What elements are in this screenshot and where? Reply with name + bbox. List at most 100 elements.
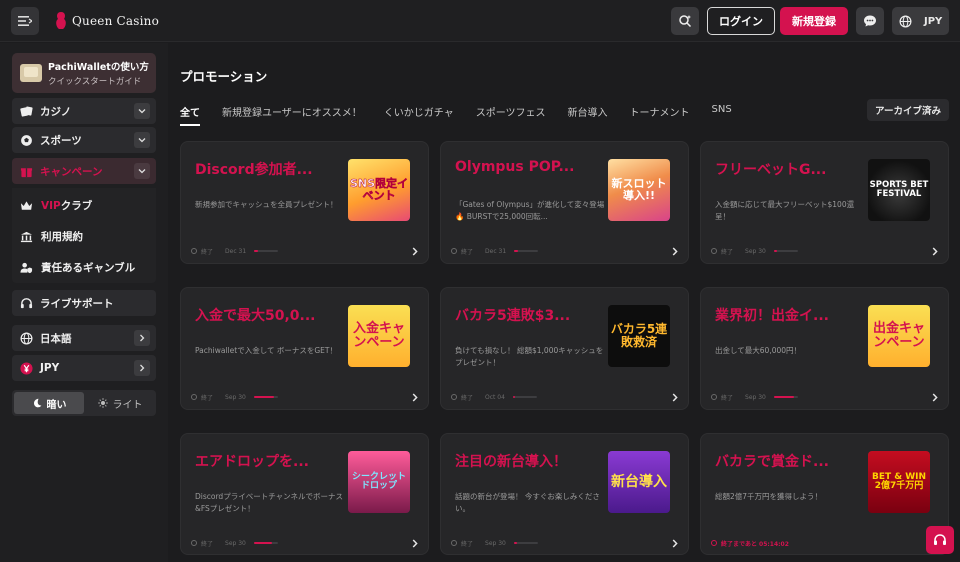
chevron-down-icon[interactable] — [134, 163, 150, 179]
register-button[interactable]: 新規登録 — [780, 7, 848, 35]
promotion-footer: 終了 Sep 30 — [191, 392, 419, 402]
promotion-thumbnail: シークレットドロップ — [348, 451, 410, 513]
chevron-right-icon[interactable] — [672, 246, 678, 256]
end-date: Sep 30 — [745, 247, 766, 255]
promotion-description: 「Gates of Olympus」が進化して変々登場🔥 BURSTで25,00… — [455, 200, 605, 221]
chevron-down-icon[interactable] — [134, 103, 150, 119]
end-label: 終了 — [461, 540, 474, 548]
globe-icon — [20, 332, 33, 344]
menu-button[interactable] — [11, 7, 39, 35]
tab-gacha[interactable]: くいかじガチャ — [384, 104, 454, 126]
promotion-progress-fill — [253, 542, 272, 544]
promotion-title: Discord参加者... — [195, 162, 313, 178]
tab-new-users[interactable]: 新規登録ユーザーにオススメ！ — [222, 104, 362, 126]
chevron-right-icon[interactable] — [672, 392, 678, 402]
yen-icon — [20, 361, 33, 375]
promotion-card[interactable]: バカラで賞金ド... 総額2億7千万円を獲得しよう！ BET & WIN 2億7千万… — [700, 433, 949, 555]
chat-button[interactable] — [856, 7, 884, 35]
promotion-description: 負けても損なし！ 総額$1,000キャッシュをプレゼント！ — [455, 346, 604, 367]
promotion-thumbnail: バカラ5連敗救済 — [608, 305, 670, 367]
logo[interactable]: Queen Casino — [54, 9, 159, 33]
wallet-guide-title: PachiWalletの使い方 — [48, 62, 149, 73]
chevron-right-icon[interactable] — [932, 392, 938, 402]
search-icon — [679, 15, 692, 28]
promotion-card[interactable]: エアドロップを... Discordプライベートチャンネルでボーナス&FSプレゼン… — [180, 433, 429, 555]
end-date: Dec 31 — [225, 247, 247, 255]
login-button[interactable]: ログイン — [707, 7, 775, 35]
sidebar-item-casino[interactable]: カジノ — [12, 98, 156, 124]
sidebar-item-vip-club[interactable]: VIPクラブ — [20, 198, 92, 213]
sidebar-item-terms[interactable]: 利用規約 — [20, 229, 83, 244]
chat-icon — [864, 15, 876, 27]
promotion-footer: 終了 Sep 30 — [191, 538, 419, 548]
end-date: Dec 31 — [485, 247, 507, 255]
end-label: 終了 — [721, 248, 734, 256]
promotion-card[interactable]: Discord参加者... 新規参加でキャッシュを全員プレゼント！ SNS限定イベン… — [180, 141, 429, 264]
search-button[interactable] — [671, 7, 699, 35]
vip-label: VIP — [41, 200, 61, 212]
sidebar-item-live-support[interactable]: ライブサポート — [12, 290, 156, 316]
promotion-description: 総額2億7千万円を獲得しよう！ — [715, 492, 823, 501]
sidebar-item-campaign[interactable]: キャンペーン — [12, 158, 156, 184]
tab-new-games[interactable]: 新台導入 — [568, 104, 608, 126]
sidebar-item-language[interactable]: 日本語 — [12, 325, 156, 351]
promotion-progress-bar — [514, 250, 539, 252]
promotion-footer: 終了まであと 05:14:02 — [711, 538, 939, 548]
chevron-right-icon[interactable] — [932, 246, 938, 256]
tab-sns[interactable]: SNS — [712, 104, 732, 126]
logo-text: Queen Casino — [72, 14, 159, 28]
promotion-footer: 終了 Dec 31 — [451, 246, 679, 256]
end-label: 終了 — [201, 248, 214, 256]
chevron-down-icon[interactable] — [134, 132, 150, 148]
headset-icon — [20, 297, 33, 308]
language-currency-button[interactable]: JPY — [892, 7, 949, 35]
promotion-tabs: 全て 新規登録ユーザーにオススメ！ くいかじガチャ スポーツフェス 新台導入 ト… — [180, 104, 732, 126]
wallet-guide-card[interactable]: PachiWalletの使い方 クイックスタートガイド — [12, 53, 156, 93]
promotion-progress-fill — [773, 250, 778, 252]
tab-sports-fes[interactable]: スポーツフェス — [476, 104, 546, 126]
page-title: プロモーション — [180, 69, 268, 84]
promotion-description: 出金して最大60,000円！ — [715, 346, 802, 355]
theme-dark-button[interactable]: 暗い — [14, 392, 84, 414]
tab-tournament[interactable]: トーナメント — [630, 104, 690, 126]
chevron-right-icon[interactable] — [412, 392, 418, 402]
promotion-card[interactable]: フリーベットG... 入金額に応じて最大フリーベット$100還呈！ SPORTS B… — [700, 141, 949, 264]
promotion-description: 話題の新台が登場！ 今すぐお楽しみください。 — [455, 492, 600, 513]
ball-icon — [21, 134, 32, 146]
promotion-progress-bar — [513, 542, 538, 544]
promotion-card[interactable]: バカラ5連敗$3... 負けても損なし！ 総額$1,000キャッシュをプレゼント！… — [440, 287, 689, 410]
clock-icon — [711, 394, 717, 400]
clock-icon — [191, 394, 197, 400]
live-support-button[interactable] — [926, 526, 954, 554]
promotion-card[interactable]: 業界初！出金イ... 出金して最大60,000円！ 出金キャンペーン 終了 Sep 30 — [700, 287, 949, 410]
promotion-card[interactable]: 注目の新台導入！ 話題の新台が登場！ 今すぐお楽しみください。 新台導入 終了 Sep … — [440, 433, 689, 555]
end-label: 終了 — [201, 394, 214, 402]
chevron-right-icon[interactable] — [412, 538, 418, 548]
chevron-right-icon[interactable] — [412, 246, 418, 256]
promotion-thumbnail: 入金キャンペーン — [348, 305, 410, 367]
promotion-progress-bar — [253, 542, 278, 544]
sidebar-item-responsible-gambling[interactable]: 責任あるギャンブル — [20, 260, 135, 275]
end-label: 終了 — [461, 394, 474, 402]
promotion-card[interactable]: 入金で最大50,0... Pachiwalletで入金して ボーナスをGET！ 入金… — [180, 287, 429, 410]
sun-icon — [97, 398, 108, 408]
end-date: Sep 30 — [225, 393, 246, 401]
promotion-progress-bar — [512, 396, 537, 398]
end-date: Oct 04 — [485, 393, 505, 401]
promotion-progress-bar — [253, 396, 278, 398]
chevron-right-icon[interactable] — [134, 360, 150, 376]
sidebar-item-currency[interactable]: JPY — [12, 355, 156, 381]
promotion-card[interactable]: Olympus POP... 「Gates of Olympus」が進化して変々登… — [440, 141, 689, 264]
chevron-right-icon[interactable] — [134, 330, 150, 346]
chevron-right-icon[interactable] — [672, 538, 678, 548]
promotion-footer: 終了 Sep 30 — [451, 538, 679, 548]
sidebar-item-sports[interactable]: スポーツ — [12, 127, 156, 153]
promotion-title: フリーベットG... — [715, 162, 827, 178]
archive-button[interactable]: アーカイブ済み — [867, 99, 949, 121]
theme-light-button[interactable]: ライト — [86, 392, 154, 414]
sidebar-item-label: 日本語 — [40, 332, 72, 345]
sidebar-item-label: 利用規約 — [41, 231, 83, 243]
tab-all[interactable]: 全て — [180, 104, 200, 126]
crown-icon — [20, 200, 33, 210]
sidebar-item-label: キャンペーン — [40, 165, 103, 178]
